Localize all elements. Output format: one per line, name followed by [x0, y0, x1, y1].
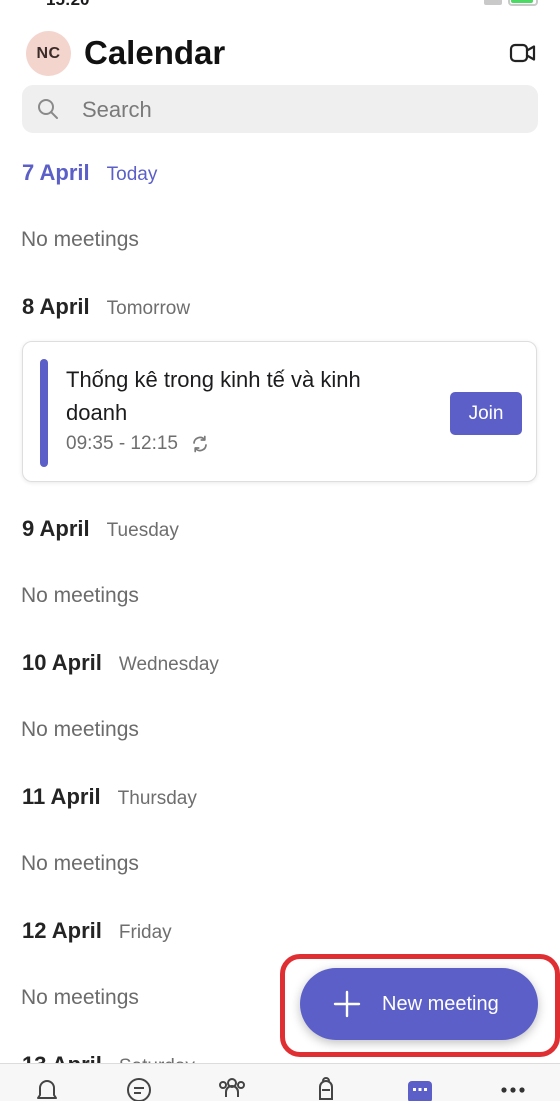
join-button[interactable]: Join	[450, 392, 522, 435]
search-input[interactable]	[80, 85, 514, 135]
search-icon	[38, 99, 58, 119]
day-label: Friday	[118, 922, 172, 943]
day-date: 12 April	[22, 918, 102, 943]
day-date: 7 April	[22, 160, 90, 185]
day-header-today: 7 April Today	[22, 160, 157, 186]
day-label: Tomorrow	[106, 298, 191, 319]
day-header: 9 April Tuesday	[22, 516, 179, 542]
day-date: 8 April	[22, 294, 90, 319]
tab-more[interactable]	[498, 1075, 528, 1101]
video-camera-icon	[509, 43, 536, 63]
day-label: Today	[106, 164, 158, 185]
no-meetings-text: No meetings	[21, 228, 139, 251]
meeting-title: Thống kê trong kinh tế và kinh doanh	[66, 367, 361, 425]
day-date: 10 April	[22, 650, 102, 675]
header: NC Calendar	[26, 30, 538, 76]
no-meetings-text: No meetings	[21, 986, 139, 1009]
status-indicators	[484, 0, 538, 6]
tab-calendar[interactable]	[405, 1075, 435, 1101]
day-date: 9 April	[22, 516, 90, 541]
signal-icon	[484, 0, 502, 5]
more-icon	[501, 1087, 525, 1093]
search-bar[interactable]	[22, 85, 538, 135]
no-meetings-text: No meetings	[21, 852, 139, 875]
status-time: 15:20	[46, 0, 89, 10]
day-date: 11 April	[22, 784, 101, 809]
day-label: Thursday	[117, 788, 197, 809]
assignments-icon	[319, 1077, 333, 1100]
avatar[interactable]: NC	[26, 31, 71, 76]
page-title: Calendar	[84, 34, 226, 71]
plus-icon	[333, 990, 361, 1018]
day-header: 8 April Tomorrow	[22, 294, 190, 320]
no-meetings-text: No meetings	[21, 718, 139, 741]
day-header: 11 April Thursday	[22, 784, 197, 810]
bell-icon	[37, 1080, 57, 1099]
no-meetings-text: No meetings	[21, 584, 139, 607]
meet-now-button[interactable]	[508, 38, 538, 68]
meeting-time: 09:35 - 12:15	[66, 433, 178, 454]
day-label: Wednesday	[118, 654, 219, 675]
tab-chat[interactable]	[124, 1075, 154, 1101]
new-meeting-label: New meeting	[382, 993, 499, 1015]
day-header: 12 April Friday	[22, 918, 172, 944]
teams-icon	[219, 1078, 245, 1097]
battery-icon	[508, 0, 538, 6]
chat-icon	[127, 1078, 151, 1101]
meeting-accent-bar	[40, 359, 48, 467]
day-label: Tuesday	[106, 520, 179, 541]
day-header: 10 April Wednesday	[22, 650, 219, 676]
tab-assignments[interactable]	[311, 1075, 341, 1101]
status-bar: 15:20	[0, 0, 560, 14]
meeting-card[interactable]: Thống kê trong kinh tế và kinh doanh 09:…	[22, 341, 537, 482]
meeting-time-row: 09:35 - 12:15	[66, 433, 210, 455]
tab-bar	[0, 1063, 560, 1101]
recurring-icon	[193, 435, 207, 453]
tab-teams[interactable]	[217, 1075, 247, 1101]
new-meeting-button[interactable]: New meeting	[300, 968, 538, 1040]
calendar-icon	[408, 1081, 432, 1101]
tab-activity[interactable]	[32, 1075, 62, 1101]
